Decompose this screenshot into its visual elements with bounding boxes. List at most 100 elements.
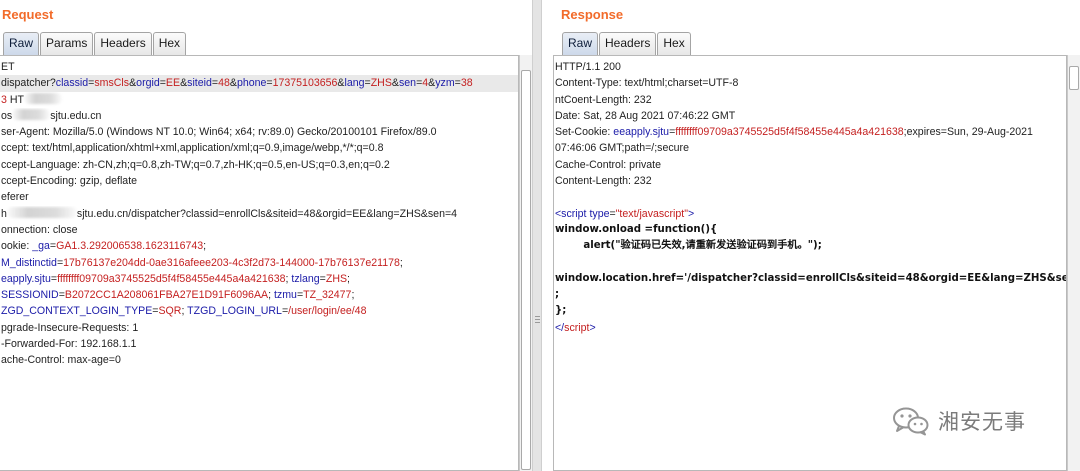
response-token: Content-Length: 232 <box>555 175 652 188</box>
request-line: eapply.sjtu=ffffffff09709a3745525d5f4f58… <box>0 271 518 287</box>
response-line: ntCoent-Length: 232 <box>554 92 1066 108</box>
response-token: > <box>589 321 596 334</box>
request-token: ZGD_CONTEXT_LOGIN_TYPE <box>1 305 153 318</box>
response-token: <script <box>555 207 590 220</box>
response-token: type <box>589 207 610 220</box>
request-scrollbar[interactable] <box>519 55 532 471</box>
response-line: </script> <box>554 320 1066 336</box>
response-token: script <box>564 321 590 334</box>
splitter-grip-icon[interactable] <box>535 316 540 330</box>
request-lines: ET dispatcher?classid=smsCls&orgid=EE&sit… <box>0 59 518 369</box>
request-line: eferer <box>0 189 518 205</box>
request-token: sjtu.edu.cn/dispatcher?classid=enrollCls… <box>76 207 458 220</box>
request-line: 3 HT <box>0 92 518 108</box>
request-token: pgrade-Insecure-Requests: 1 <box>1 321 139 334</box>
response-token: ; <box>555 289 560 301</box>
request-tabs: Raw Params Headers Hex <box>3 32 187 55</box>
request-token: phone <box>236 77 267 90</box>
response-token: ;expires=Sun, 29-Aug-2021 <box>903 126 1033 139</box>
request-token: tzlang <box>291 272 320 285</box>
request-token: lang <box>344 77 365 90</box>
request-editor[interactable]: ET dispatcher?classid=smsCls&orgid=EE&sit… <box>0 55 519 471</box>
request-line: SESSIONID=B2072CC1A208061FBA27E1D91F6096… <box>0 287 518 303</box>
request-token: TZ_32477 <box>303 289 352 302</box>
request-line: ccept-Language: zh-CN,zh;q=0.8,zh-TW;q=0… <box>0 157 518 173</box>
response-token: Set-Cookie: <box>555 126 614 139</box>
request-token: ; <box>351 289 355 302</box>
response-scrollbar[interactable] <box>1067 55 1080 471</box>
request-token: ookie: <box>1 240 33 253</box>
request-line: ache-Control: max-age=0 <box>0 352 518 368</box>
request-token: HT <box>6 93 24 106</box>
request-token: os <box>1 109 13 122</box>
watermark: 湘安无事 <box>892 406 1026 436</box>
response-scroll-thumb[interactable] <box>1069 66 1079 90</box>
redacted-blur <box>12 108 51 120</box>
request-token: TZGD_LOGIN_URL <box>187 305 282 318</box>
request-token: 48 <box>218 77 230 90</box>
response-tab-headers[interactable]: Headers <box>599 32 657 55</box>
request-token: yzm <box>435 77 455 90</box>
request-token: ; <box>399 256 403 269</box>
response-line: Set-Cookie: eeapply.sjtu=ffffffff09709a3… <box>554 124 1066 140</box>
response-line: ; <box>554 287 1066 303</box>
request-token: ZHS <box>370 77 392 90</box>
response-token: </ <box>555 321 565 334</box>
request-title: Request <box>2 7 54 22</box>
request-line: ccept-Encoding: gzip, deflate <box>0 173 518 189</box>
request-token: B2072CC1A208061FBA27E1D91F6096AA <box>64 289 269 302</box>
request-line: ccept: text/html,application/xhtml+xml,a… <box>0 140 518 156</box>
response-line: alert("验证码已失效,请重新发送验证码到手机。"); <box>554 238 1066 254</box>
request-line: onnection: close <box>0 222 518 238</box>
response-tab-raw[interactable]: Raw <box>562 32 599 55</box>
watermark-text: 湘安无事 <box>938 410 1026 434</box>
request-token: ser-Agent: Mozilla/5.0 (Windows NT 10.0;… <box>1 126 437 139</box>
request-token: 17b76137e204dd-0ae316afeee203-4c3f2d73-1… <box>63 256 400 269</box>
response-line <box>554 255 1066 271</box>
response-token: window.location.href='/dispatcher?classi… <box>555 272 1066 284</box>
response-token: "text/javascript" <box>615 207 688 220</box>
response-token: 07:46:06 GMT;path=/;secure <box>555 142 689 155</box>
response-line: Content-Type: text/html;charset=UTF-8 <box>554 75 1066 91</box>
response-line: }; <box>554 303 1066 319</box>
response-line: <script type="text/javascript"> <box>554 206 1066 222</box>
response-token: Date: Sat, 28 Aug 2021 07:46:22 GMT <box>555 109 736 122</box>
request-scroll-thumb[interactable] <box>521 70 531 470</box>
response-line <box>554 189 1066 205</box>
request-line: h sjtu.edu.cn/dispatcher?classid=enrollCl… <box>0 206 518 222</box>
request-token: ccept: text/html,application/xhtml+xml,a… <box>1 142 384 155</box>
request-line: ser-Agent: Mozilla/5.0 (Windows NT 10.0;… <box>0 124 518 140</box>
response-line: window.onload =function(){ <box>554 222 1066 238</box>
request-token: ; <box>203 240 207 253</box>
response-line: Cache-Control: private <box>554 157 1066 173</box>
request-token: tzmu <box>273 289 297 302</box>
response-line: Content-Length: 232 <box>554 173 1066 189</box>
request-token: & <box>229 77 237 90</box>
request-token: eferer <box>1 191 29 204</box>
request-tab-hex[interactable]: Hex <box>152 32 187 55</box>
redacted-blur <box>6 206 77 218</box>
request-token: EE <box>165 77 181 90</box>
response-token: > <box>687 207 695 220</box>
request-line: dispatcher?classid=smsCls&orgid=EE&sitei… <box>0 75 518 92</box>
pane-splitter[interactable] <box>532 0 542 471</box>
response-token: Content-Type: text/html;charset=UTF-8 <box>555 77 739 90</box>
request-tab-raw[interactable]: Raw <box>3 32 40 55</box>
request-token: & <box>391 77 399 90</box>
request-tab-headers[interactable]: Headers <box>94 32 152 55</box>
request-token: SQR <box>158 305 182 318</box>
response-token: ffffffff09709a3745525d5f4f58455e445a4a42… <box>675 126 904 139</box>
request-line: ET <box>0 59 518 75</box>
request-tab-params[interactable]: Params <box>40 32 94 55</box>
request-line: os sjtu.edu.cn <box>0 108 518 124</box>
request-token: dispatcher? <box>1 77 56 90</box>
request-token: sen <box>398 77 417 90</box>
request-token: ; <box>347 272 350 285</box>
response-token: eeapply.sjtu <box>613 126 670 139</box>
response-tab-hex[interactable]: Hex <box>657 32 691 55</box>
request-token: h <box>1 207 7 220</box>
request-token: SESSIONID <box>1 289 59 302</box>
request-token: ache-Control: max-age=0 <box>1 354 121 367</box>
response-line: window.location.href='/dispatcher?classi… <box>554 271 1066 287</box>
response-token: alert("验证码已失效,请重新发送验证码到手机。"); <box>555 240 822 252</box>
